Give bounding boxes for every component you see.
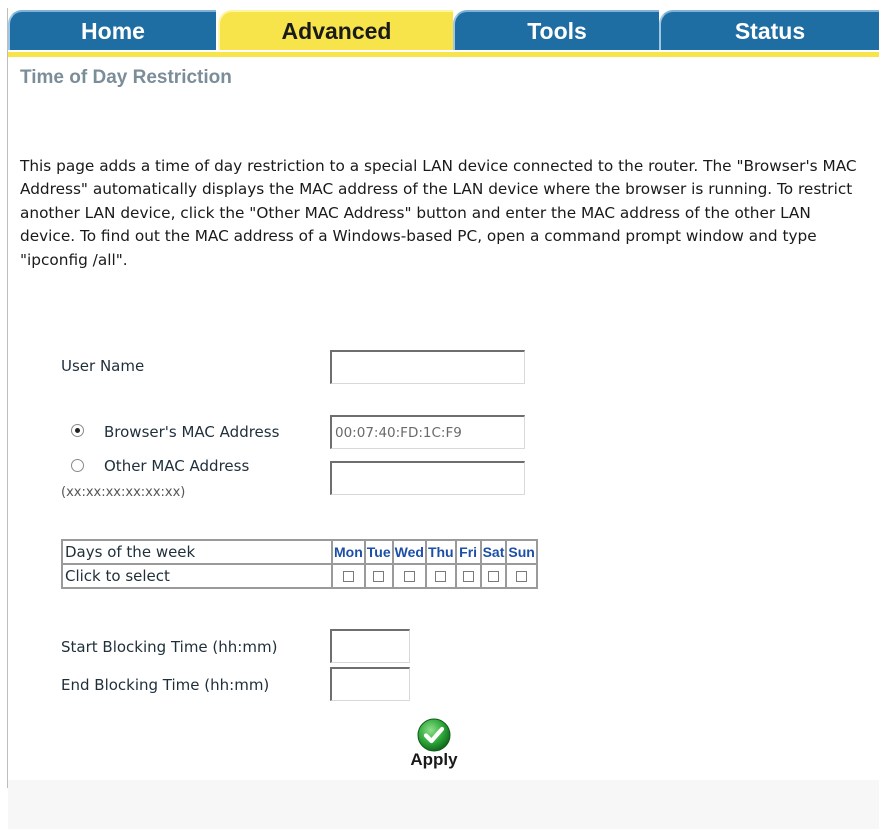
day-header-sun: Sun: [506, 540, 537, 564]
day-cell-tue: [364, 564, 393, 588]
days-select-row: Click to select: [62, 564, 537, 588]
page-title: Time of Day Restriction: [20, 67, 232, 88]
day-checkbox-tue[interactable]: [373, 571, 385, 582]
other-mac-format-hint: (xx:xx:xx:xx:xx:xx): [61, 485, 186, 500]
day-header-tue: Tue: [364, 540, 393, 564]
day-cell-mon: [332, 564, 365, 588]
tab-underline: [8, 52, 879, 57]
tab-status[interactable]: Status: [659, 10, 879, 50]
day-header-mon: Mon: [332, 540, 365, 564]
day-cell-sat: [480, 564, 507, 588]
day-header-fri: Fri: [455, 540, 481, 564]
left-border: [7, 8, 8, 788]
day-checkbox-wed[interactable]: [403, 571, 415, 582]
day-checkbox-sun[interactable]: [516, 571, 528, 582]
checkmark-icon: [417, 718, 451, 752]
day-checkbox-thu[interactable]: [435, 571, 447, 582]
other-mac-radio[interactable]: [71, 459, 84, 472]
browser-mac-field[interactable]: [330, 415, 525, 449]
day-cell-fri: [455, 564, 481, 588]
day-checkbox-fri[interactable]: [462, 571, 474, 582]
day-cell-wed: [392, 564, 426, 588]
other-mac-label: Other MAC Address: [104, 457, 250, 475]
apply-button[interactable]: Apply: [404, 718, 464, 770]
tab-tools[interactable]: Tools: [453, 10, 659, 50]
day-cell-sun: [506, 564, 537, 588]
day-header-sat: Sat: [480, 540, 507, 564]
end-blocking-time-label: End Blocking Time (hh:mm): [61, 676, 270, 694]
footer-band: [8, 780, 879, 829]
days-header-row: Days of the week Mon Tue Wed Thu Fri Sat…: [62, 540, 537, 564]
apply-label: Apply: [410, 750, 458, 769]
start-blocking-time-input[interactable]: [330, 629, 410, 663]
days-of-week-table: Days of the week Mon Tue Wed Thu Fri Sat…: [61, 539, 538, 589]
click-to-select-label: Click to select: [62, 564, 332, 588]
user-name-label: User Name: [61, 357, 145, 375]
tab-home[interactable]: Home: [8, 10, 216, 50]
user-name-input[interactable]: [330, 350, 525, 384]
days-header-label: Days of the week: [62, 540, 332, 564]
day-checkbox-mon[interactable]: [342, 571, 354, 582]
day-checkbox-sat[interactable]: [487, 571, 499, 582]
main-tab-bar: Home Advanced Tools Status: [8, 8, 879, 52]
browser-mac-label: Browser's MAC Address: [104, 423, 280, 441]
tab-advanced[interactable]: Advanced: [218, 10, 453, 50]
day-cell-thu: [425, 564, 456, 588]
day-header-wed: Wed: [392, 540, 426, 564]
end-blocking-time-input[interactable]: [330, 667, 410, 701]
intro-description: This page adds a time of day restriction…: [20, 157, 857, 269]
day-header-thu: Thu: [425, 540, 456, 564]
browser-mac-radio[interactable]: [71, 424, 84, 437]
start-blocking-time-label: Start Blocking Time (hh:mm): [61, 638, 278, 656]
other-mac-input[interactable]: [330, 461, 525, 495]
